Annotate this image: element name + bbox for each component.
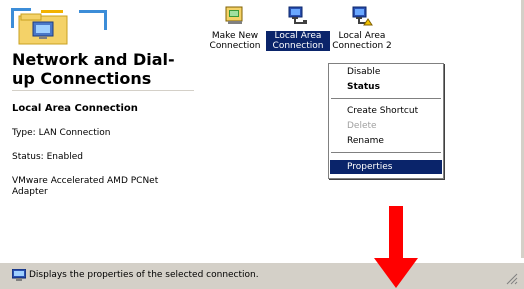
new-connection-icon: [225, 6, 243, 24]
adapter-name: VMware Accelerated AMD PCNet Adapter: [12, 176, 159, 197]
page-title: Network and Dial-up Connections: [12, 50, 175, 88]
menu-item-disable[interactable]: Disable: [330, 65, 442, 79]
local-area-connection-2-item[interactable]: Local Area Connection 2: [330, 5, 394, 51]
network-folder-banner-icon: [11, 8, 107, 45]
lan-connection-icon: [352, 6, 373, 26]
menu-item-create-shortcut[interactable]: Create Shortcut: [330, 104, 442, 118]
connection-status-icon: [12, 269, 26, 281]
connection-status: Status: Enabled: [12, 152, 83, 162]
resize-grip-icon[interactable]: [506, 273, 518, 285]
lan-connection-icon: [288, 6, 307, 24]
window: Network and Dial-up Connections Local Ar…: [3, 0, 524, 288]
sidebar-panel: Network and Dial-up Connections Local Ar…: [3, 0, 203, 262]
context-menu: Disable Status Create Shortcut Delete Re…: [328, 63, 444, 179]
icon-label: Local Area Connection 2: [332, 31, 392, 51]
icon-label: Make New Connection: [209, 31, 261, 51]
icon-label: Local Area Connection: [266, 31, 330, 51]
menu-separator: [331, 98, 441, 99]
menu-separator: [331, 152, 441, 153]
status-bar: Displays the properties of the selected …: [0, 262, 524, 289]
menu-item-delete: Delete: [347, 121, 377, 131]
red-arrow-annotation-icon: [374, 206, 418, 288]
menu-item-status[interactable]: Status: [330, 80, 442, 94]
details-title: Local Area Connection: [12, 103, 138, 114]
local-area-connection-item[interactable]: Local Area Connection: [266, 5, 330, 51]
divider: [12, 90, 194, 91]
menu-item-rename[interactable]: Rename: [330, 134, 442, 148]
make-new-connection-item[interactable]: Make New Connection: [203, 5, 267, 51]
status-text: Displays the properties of the selected …: [29, 270, 259, 280]
connection-type: Type: LAN Connection: [12, 128, 111, 138]
menu-item-properties[interactable]: Properties: [330, 160, 442, 174]
